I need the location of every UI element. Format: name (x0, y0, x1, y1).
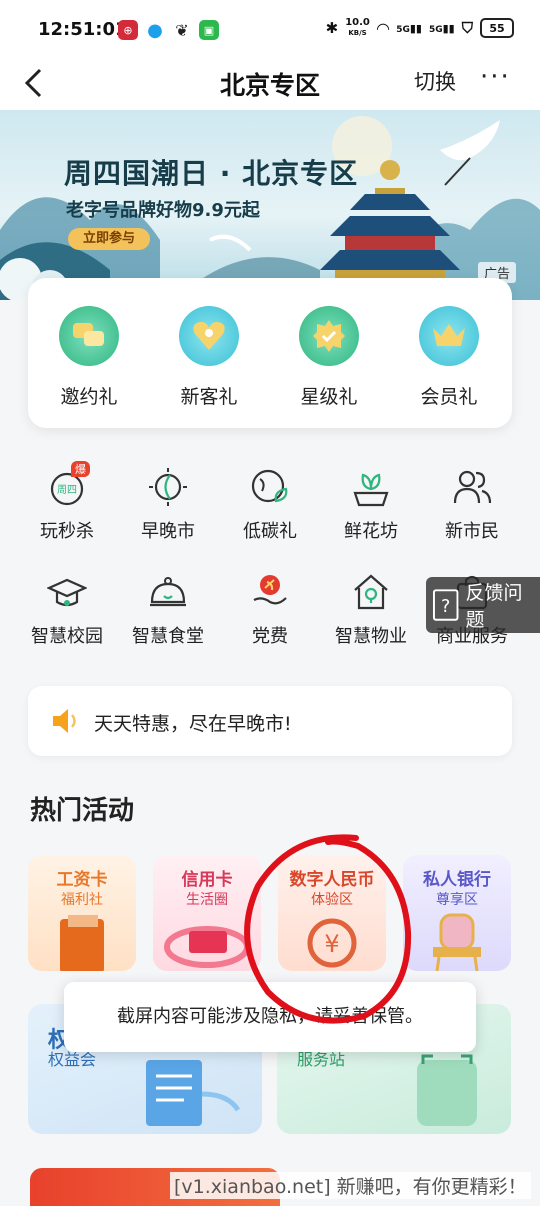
service-low-carbon[interactable]: 低碳礼 (225, 467, 315, 543)
service-label: 鲜花坊 (344, 521, 398, 542)
battery-level: 55 (489, 21, 505, 35)
service-smart-property[interactable]: 智慧物业 (326, 572, 416, 648)
gift-label: 会员礼 (420, 386, 478, 408)
promo-banner[interactable]: 周四国潮日 · 北京专区 老字号品牌好物9.9元起 立即参与 广告 (0, 110, 540, 300)
speaker-icon (53, 709, 76, 733)
throne-chair-icon (433, 913, 481, 971)
signal-label: 5G (396, 24, 410, 35)
service-smart-campus[interactable]: 智慧校园 (22, 572, 112, 648)
house-bulb-icon (351, 572, 391, 612)
switch-button[interactable]: 切换 (414, 66, 456, 96)
feedback-button[interactable]: ? 反馈问题 (426, 577, 540, 633)
question-doc-icon: ? (432, 589, 459, 621)
wechat-icon: ❦ (172, 20, 192, 40)
service-flower-shop[interactable]: 鲜花坊 (326, 467, 416, 543)
service-label: 智慧食堂 (132, 626, 204, 647)
activity-title: 工资卡 (56, 870, 108, 890)
gift-label: 星级礼 (300, 386, 358, 408)
activity-subtitle: 福利社 (61, 892, 103, 908)
status-bar: 12:51:01 ⊕ ● ❦ ▣ ✱ 10.0 KB/S ◠ 5G▮▮ 5G▮▮… (0, 0, 540, 58)
hot-tag: 爆 (71, 461, 90, 477)
activity-subtitle: 尊享区 (436, 892, 478, 908)
hot-activities-title: 热门活动 (30, 796, 135, 826)
activity-title: 私人银行 (423, 870, 491, 890)
bluetooth-icon: ✱ (325, 19, 339, 37)
receipt-icon (146, 1060, 241, 1126)
service-label: 党费 (252, 626, 288, 647)
service-label: 智慧物业 (335, 626, 407, 647)
activity-card-salary[interactable]: 工资卡 福利社 (28, 855, 136, 971)
service-party-fee[interactable]: 党费 (225, 572, 315, 648)
service-label: 玩秒杀 (40, 521, 94, 542)
net-speed-value: 10.0 (345, 17, 370, 28)
signal-5g-icon: 5G▮▮ (396, 21, 422, 35)
gift-item-newcomer[interactable]: 新客礼 (164, 306, 254, 409)
service-morning-evening[interactable]: 早晚市 (123, 467, 213, 543)
nav-bar: 北京专区 切换 ··· (0, 58, 540, 110)
svg-text:?: ? (441, 597, 450, 617)
scan-frame-icon (417, 1054, 477, 1126)
notice-text: 天天特惠，尽在早晚市! (94, 713, 292, 735)
gift-item-invite[interactable]: 邀约礼 (44, 306, 134, 409)
service-label: 低碳礼 (243, 521, 297, 542)
dish-cover-icon (148, 572, 188, 612)
gift-card: 邀约礼 新客礼 星级礼 会员礼 (28, 278, 512, 428)
page-title: 北京专区 (219, 71, 320, 100)
activity-card-private-bank[interactable]: 私人银行 尊享区 (403, 855, 511, 971)
wallet-icon (60, 915, 104, 971)
graduation-cap-icon (46, 572, 88, 612)
service-new-citizen[interactable]: 新市民 (427, 467, 517, 543)
crown-icon (419, 306, 479, 366)
party-emblem-hand-icon (250, 572, 290, 612)
battery-icon: 55 (480, 18, 514, 38)
clock-text: 周四 (57, 484, 77, 496)
service-flash-sale[interactable]: 周四 爆 玩秒杀 (22, 461, 112, 543)
service-label: 早晚市 (141, 521, 195, 542)
flower-pot-icon (351, 467, 391, 507)
service-label: 智慧校园 (31, 626, 103, 647)
service-smart-canteen[interactable]: 智慧食堂 (123, 572, 213, 648)
notice-bar[interactable]: 天天特惠，尽在早晚市! (28, 686, 512, 756)
heart-person-icon (179, 306, 239, 366)
status-right: ✱ 10.0 KB/S ◠ 5G▮▮ 5G▮▮ ⛉ 55 (326, 18, 514, 38)
feedback-label: 反馈问题 (465, 582, 523, 631)
sun-moon-icon (148, 467, 188, 507)
banner-join-button[interactable]: 立即参与 (68, 228, 150, 250)
people-icon (452, 467, 492, 507)
signal-5g-icon-2: 5G▮▮ (428, 21, 455, 35)
banner-title: 周四国潮日 · 北京专区 (64, 157, 359, 190)
net-speed: 10.0 KB/S (345, 18, 370, 38)
signal-label-2: 5G (428, 24, 443, 35)
earth-leaf-icon (250, 467, 290, 507)
service-label: 新市民 (445, 521, 499, 542)
gift-label: 新客礼 (180, 386, 238, 408)
wifi-icon: ◠ (376, 18, 390, 38)
banner-subtitle: 老字号品牌好物9.9元起 (66, 200, 260, 221)
gift-label: 邀约礼 (60, 386, 118, 408)
more-button[interactable]: ··· (480, 62, 511, 92)
watermark: [v1.xianbao.net] 新赚吧，有你更精彩！ (170, 1172, 531, 1199)
net-speed-unit: KB/S (348, 29, 367, 37)
annotation-circle (244, 834, 412, 1024)
star-badge-icon (299, 306, 359, 366)
qq-icon: ● (145, 20, 165, 41)
gift-item-star[interactable]: 星级礼 (284, 306, 374, 409)
bank-app-icon: ⊕ (118, 20, 138, 40)
vpn-shield-icon: ⛉ (461, 19, 473, 37)
gift-item-member[interactable]: 会员礼 (404, 306, 494, 409)
message-app-icon: ▣ (199, 20, 219, 40)
flash-sale-clock-icon: 周四 爆 (47, 461, 90, 507)
chat-bubbles-icon (59, 306, 119, 366)
status-app-icons: ⊕ ● ❦ ▣ (118, 20, 219, 41)
status-time: 12:51:01 (38, 19, 128, 40)
